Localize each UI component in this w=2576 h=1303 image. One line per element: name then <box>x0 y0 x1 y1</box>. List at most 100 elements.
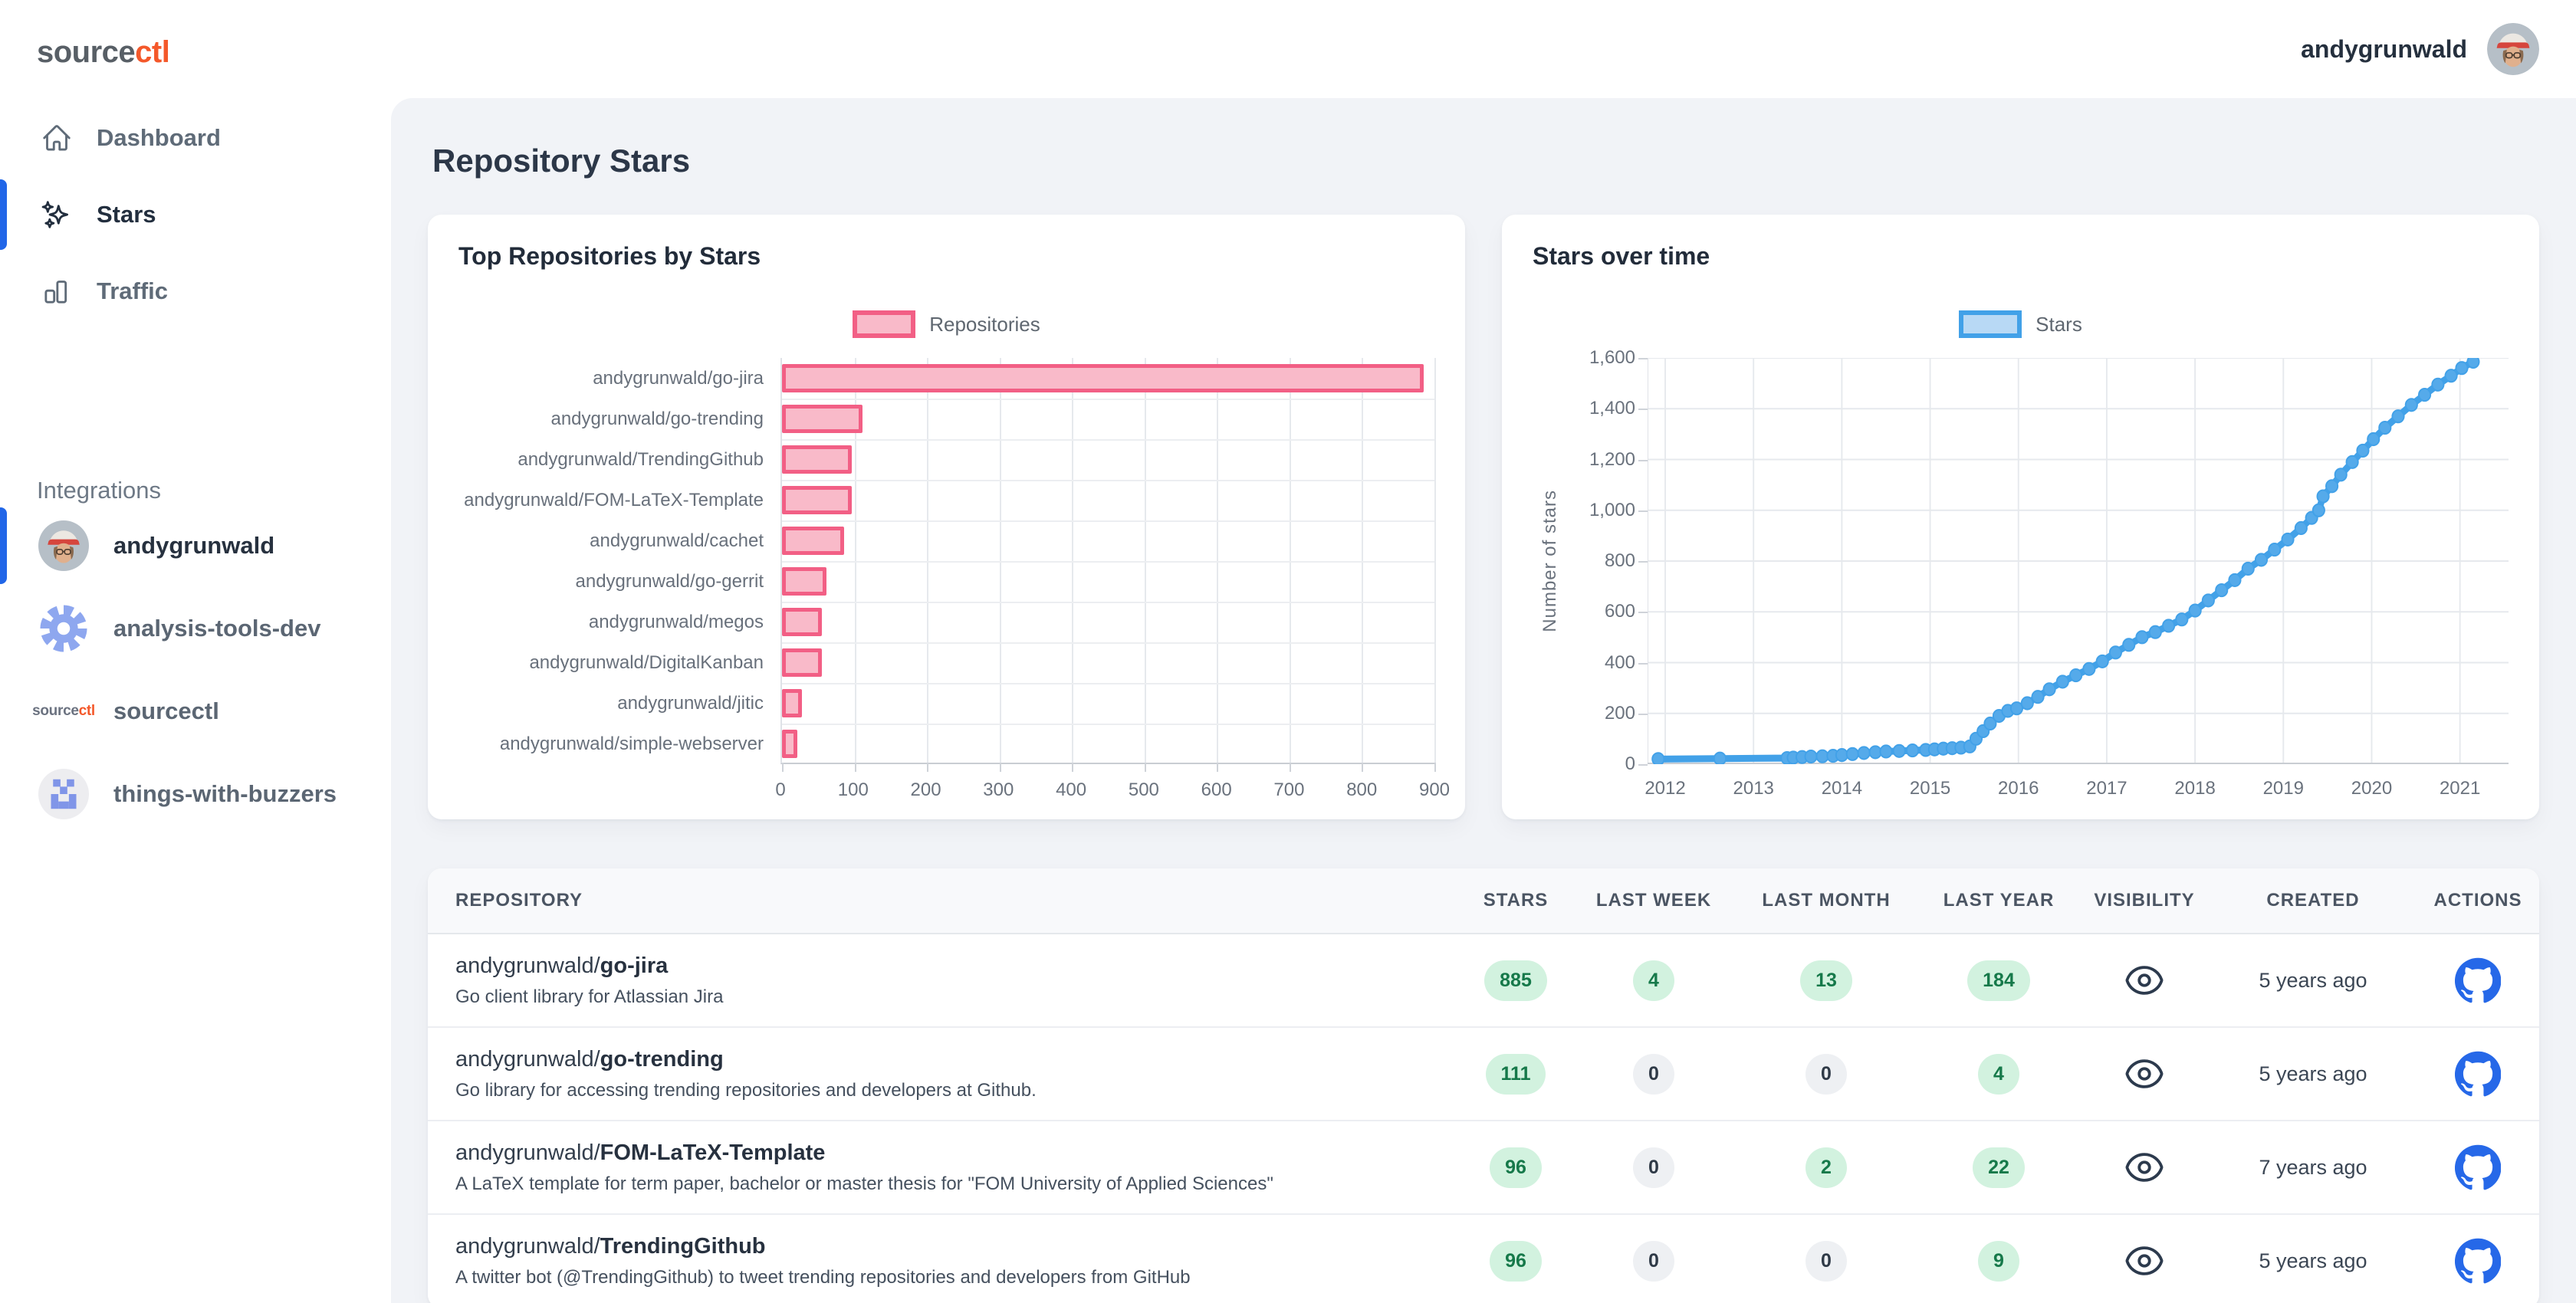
github-link-icon[interactable] <box>2455 973 2501 986</box>
line-chart-legend: Stars <box>1533 310 2509 338</box>
gear-icon <box>37 602 90 655</box>
line-legend-label: Stars <box>2036 313 2082 336</box>
x-tick-label: 2013 <box>1733 778 1774 799</box>
visibility-cell <box>2079 1240 2210 1282</box>
last-month-cell: 0 <box>1734 1241 1918 1282</box>
integration-label: things-with-buzzers <box>113 780 337 808</box>
integration-item-andygrunwald[interactable]: andygrunwald <box>0 504 391 587</box>
bar-category-label: andygrunwald/go-jira <box>458 358 764 399</box>
line-chart-x-axis: 2012201320142015201620172018201920202021 <box>1533 773 2509 804</box>
axis-tick <box>1217 763 1218 772</box>
count-badge: 96 <box>1490 1241 1542 1282</box>
sidebar-item-dashboard[interactable]: Dashboard <box>0 100 391 176</box>
count-badge: 4 <box>1978 1054 2019 1095</box>
x-tick-label: 2019 <box>2263 778 2304 799</box>
bar-go-trending <box>782 405 863 433</box>
axis-tick <box>1638 561 1648 563</box>
visibility-cell <box>2079 1147 2210 1188</box>
last-year-cell: 4 <box>1918 1054 2079 1095</box>
axis-tick <box>1290 763 1291 772</box>
axis-tick <box>1434 763 1436 772</box>
axis-tick <box>1000 763 1001 772</box>
line-chart-title: Stars over time <box>1533 242 2509 271</box>
visibility-cell <box>2079 1053 2210 1095</box>
github-link-icon[interactable] <box>2455 1254 2501 1267</box>
repository-cell: andygrunwald/go-trendingGo library for a… <box>428 1047 1458 1101</box>
column-header-last-year: LAST YEAR <box>1918 890 2079 911</box>
x-tick-label: 2016 <box>1998 778 2039 799</box>
bar-chart-legend: Repositories <box>458 310 1434 338</box>
count-badge: 96 <box>1490 1147 1542 1188</box>
sidebar-item-traffic[interactable]: Traffic <box>0 253 391 330</box>
last-month-cell: 0 <box>1734 1054 1918 1095</box>
integration-item-analysis-tools-dev[interactable]: analysis-tools-dev <box>0 587 391 670</box>
actions-cell <box>2417 957 2539 1003</box>
x-tick-label: 500 <box>1129 780 1159 801</box>
column-header-stars: STARS <box>1458 890 1573 911</box>
topbar-username[interactable]: andygrunwald <box>2301 35 2467 64</box>
integrations-heading: Integrations <box>37 477 161 504</box>
last-year-cell: 9 <box>1918 1241 2079 1282</box>
line-legend-swatch <box>1959 310 2022 338</box>
bar-category-label: andygrunwald/jitic <box>458 683 764 724</box>
app-logo[interactable]: sourcectl <box>0 0 391 70</box>
integrations-list: andygrunwald analysis-tools-dev sourcectls… <box>0 504 391 835</box>
last-week-cell: 4 <box>1573 960 1734 1001</box>
table-body: andygrunwald/go-jiraGo client library fo… <box>428 934 2539 1303</box>
integration-label: sourcectl <box>113 697 219 725</box>
count-badge: 22 <box>1973 1147 2025 1188</box>
repository-name[interactable]: andygrunwald/FOM-LaTeX-Template <box>455 1141 1458 1166</box>
active-indicator-bar <box>0 507 7 584</box>
last-week-cell: 0 <box>1573 1147 1734 1188</box>
x-tick-label: 0 <box>775 780 785 801</box>
bar-row <box>782 358 1434 399</box>
count-badge: 0 <box>1633 1054 1674 1095</box>
repository-name[interactable]: andygrunwald/TrendingGithub <box>455 1234 1458 1259</box>
bar-row <box>782 399 1434 439</box>
y-tick-label: 1,200 <box>1589 449 1635 471</box>
repository-name[interactable]: andygrunwald/go-trending <box>455 1047 1458 1072</box>
github-link-icon[interactable] <box>2455 1067 2501 1080</box>
buzzers-icon <box>37 767 90 821</box>
line-chart-plot: Number of stars 02004006008001,0001,2001… <box>1533 358 2509 764</box>
count-badge: 111 <box>1486 1054 1546 1095</box>
bar-row <box>782 683 1434 724</box>
x-tick-label: 200 <box>911 780 941 801</box>
bar-chart-card: Top Repositories by Stars Repositories a… <box>428 215 1465 819</box>
sidebar-item-label: Traffic <box>97 277 168 305</box>
bar-go-jira <box>782 364 1424 392</box>
bar-category-label: andygrunwald/FOM-LaTeX-Template <box>458 480 764 520</box>
last-year-cell: 22 <box>1918 1147 2079 1188</box>
x-tick-label: 2017 <box>2086 778 2127 799</box>
logo-source-part: source <box>37 35 135 69</box>
repository-name[interactable]: andygrunwald/go-jira <box>455 953 1458 979</box>
y-tick-label: 200 <box>1605 703 1635 724</box>
count-badge: 184 <box>1967 960 2030 1001</box>
axis-tick <box>1638 510 1648 512</box>
active-indicator-bar <box>0 179 7 250</box>
bar-row <box>782 439 1434 480</box>
table-row: andygrunwald/FOM-LaTeX-TemplateA LaTeX t… <box>428 1121 2539 1215</box>
bar-jitic <box>782 689 802 717</box>
integration-label: analysis-tools-dev <box>113 615 320 642</box>
line-chart-card: Stars over time Stars Number of stars 02… <box>1502 215 2539 819</box>
user-avatar[interactable] <box>2487 23 2539 75</box>
count-badge: 0 <box>1633 1147 1674 1188</box>
github-link-icon[interactable] <box>2455 1160 2501 1173</box>
last-week-cell: 0 <box>1573 1241 1734 1282</box>
stars-cell: 96 <box>1458 1241 1573 1282</box>
count-badge: 2 <box>1806 1147 1847 1188</box>
x-tick-label: 2014 <box>1822 778 1862 799</box>
y-tick-label: 0 <box>1625 753 1635 775</box>
bar-row <box>782 561 1434 602</box>
integration-item-sourcectl[interactable]: sourcectlsourcectl <box>0 670 391 753</box>
bar-chart-bars <box>780 358 1434 764</box>
sidebar-item-stars[interactable]: Stars <box>0 176 391 253</box>
stars-cell: 111 <box>1458 1054 1573 1095</box>
repository-description: A twitter bot (@TrendingGithub) to tweet… <box>455 1267 1458 1288</box>
bar-TrendingGithub <box>782 445 852 474</box>
last-year-cell: 184 <box>1918 960 2079 1001</box>
line-chart-svg <box>1648 358 2509 764</box>
bar-chart-plot: andygrunwald/go-jiraandygrunwald/go-tren… <box>458 358 1434 764</box>
integration-item-things-with-buzzers[interactable]: things-with-buzzers <box>0 753 391 835</box>
